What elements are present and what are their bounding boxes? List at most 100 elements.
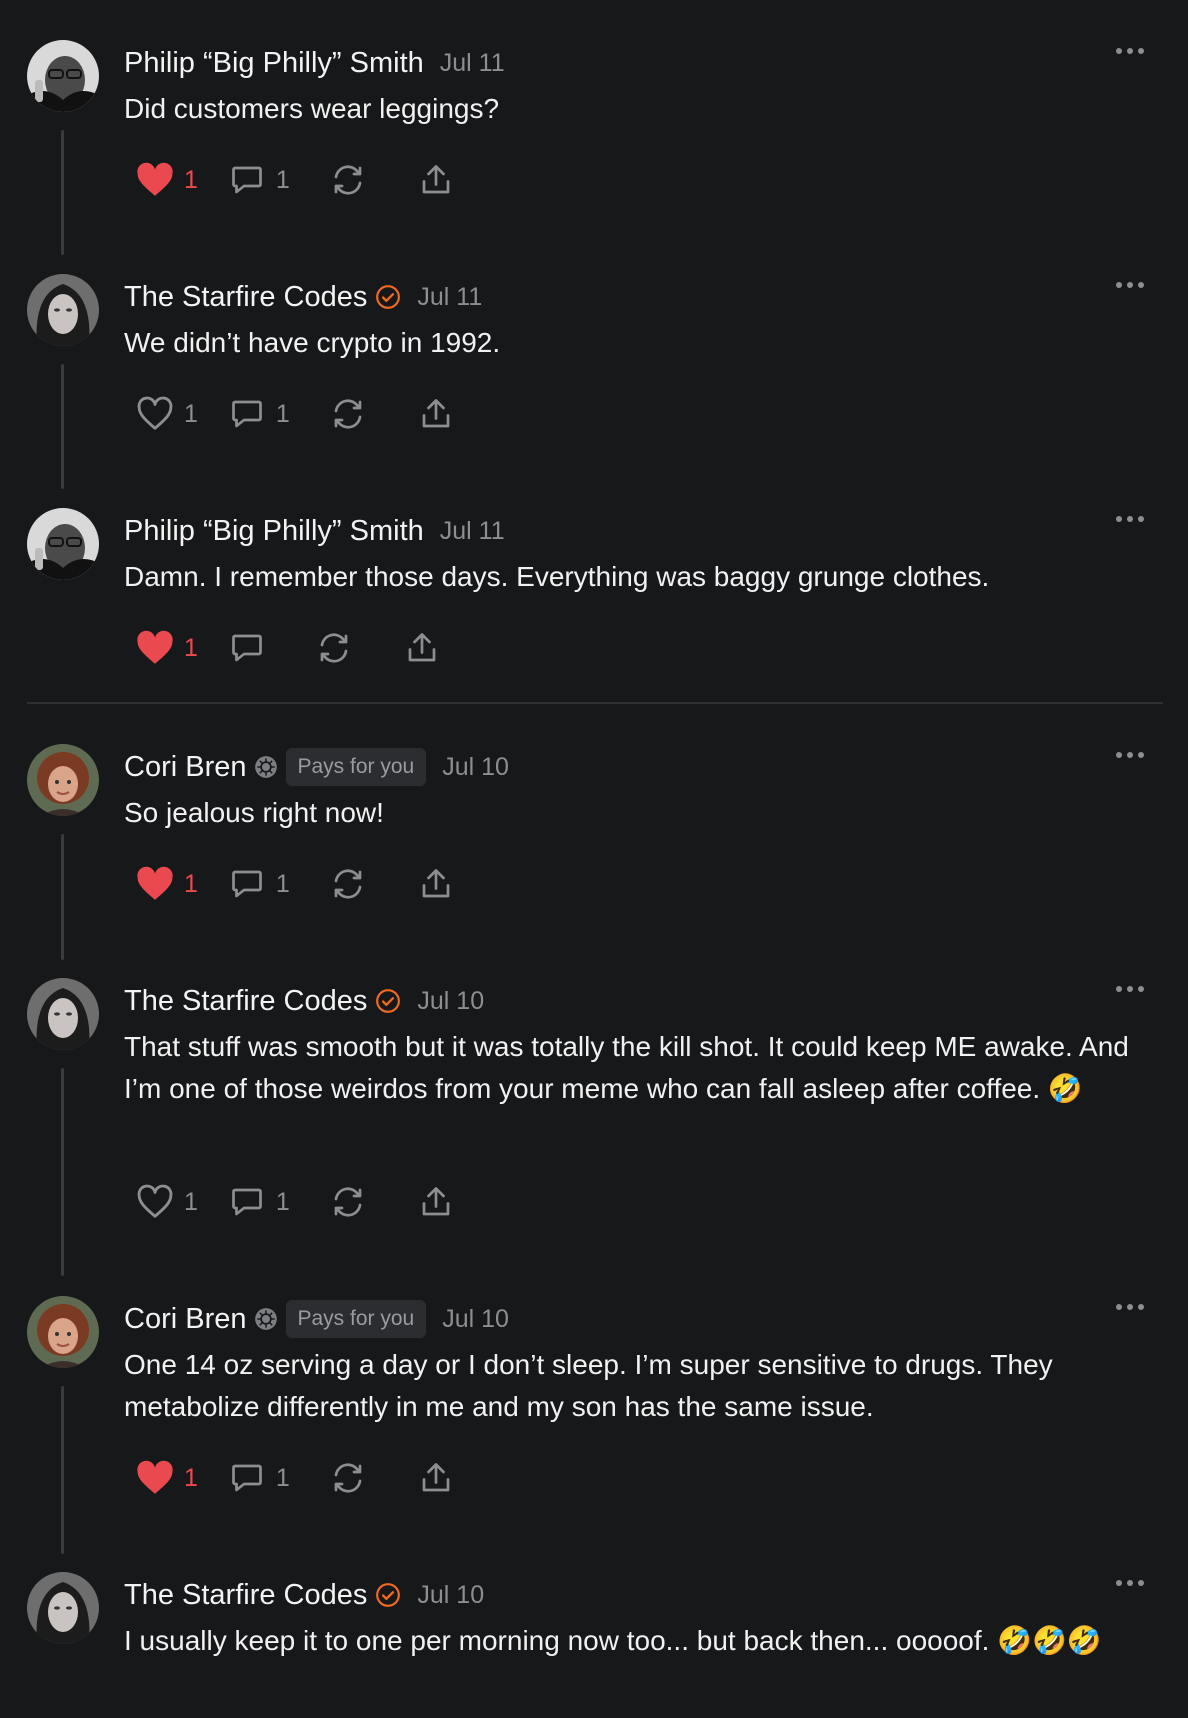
pays-for-you-badge: Pays for you — [285, 1300, 427, 1338]
verified-check-icon — [375, 284, 401, 310]
comment-header: Cori Bren Pays for you Jul 10 — [124, 1299, 509, 1339]
reply-button[interactable]: 1 — [228, 162, 290, 198]
heart-filled-icon — [137, 1460, 173, 1494]
avatar-starfire-icon[interactable] — [27, 1572, 99, 1644]
restack-icon — [334, 1187, 362, 1217]
verified-check-icon — [375, 988, 401, 1014]
reply-button[interactable] — [228, 630, 266, 666]
comment-actions: 1 1 — [136, 392, 454, 436]
author-name[interactable]: The Starfire Codes — [124, 1579, 367, 1612]
restack-button[interactable] — [330, 162, 366, 198]
reply-count: 1 — [275, 399, 290, 428]
verified-check-icon — [375, 1582, 401, 1608]
share-icon — [422, 869, 450, 898]
comment-bubble-icon — [232, 634, 262, 662]
avatar-starfire-icon[interactable] — [27, 274, 99, 346]
comment-actions: 1 — [136, 626, 440, 670]
comment-header: The Starfire Codes Jul 11 — [124, 277, 482, 317]
comment-actions: 1 1 — [136, 1180, 454, 1224]
comment-date[interactable]: Jul 10 — [417, 987, 484, 1016]
like-button[interactable]: 1 — [136, 162, 198, 198]
restack-icon — [334, 165, 362, 195]
restack-button[interactable] — [330, 1184, 366, 1220]
reply-button[interactable]: 1 — [228, 396, 290, 432]
heart-outline-icon — [137, 396, 173, 430]
thread-line — [61, 1068, 64, 1276]
comment-date[interactable]: Jul 11 — [440, 49, 505, 78]
author-name[interactable]: Cori Bren — [124, 1303, 247, 1336]
like-count: 1 — [184, 1187, 198, 1216]
share-button[interactable] — [404, 630, 440, 666]
comment-date[interactable]: Jul 11 — [417, 283, 482, 312]
comment-bubble-icon — [232, 870, 262, 898]
share-button[interactable] — [418, 866, 454, 902]
comment-date[interactable]: Jul 10 — [442, 1305, 509, 1334]
heart-filled-icon — [137, 630, 173, 664]
comment-date[interactable]: Jul 10 — [442, 753, 509, 782]
author-name[interactable]: Cori Bren — [124, 751, 247, 784]
thread-line — [61, 1386, 64, 1554]
restack-button[interactable] — [330, 866, 366, 902]
comment-header: Philip “Big Philly” Smith Jul 11 — [124, 511, 505, 551]
avatar-philip-icon[interactable] — [27, 40, 99, 112]
heart-outline-icon — [137, 1184, 173, 1218]
comment-bubble-icon — [232, 400, 262, 428]
restack-button[interactable] — [316, 630, 352, 666]
comment-header: The Starfire Codes Jul 10 — [124, 981, 484, 1021]
author-name[interactable]: Philip “Big Philly” Smith — [124, 515, 424, 548]
restack-icon — [334, 869, 362, 899]
share-button[interactable] — [418, 396, 454, 432]
more-options-icon[interactable] — [1116, 752, 1144, 758]
more-options-icon[interactable] — [1116, 1580, 1144, 1586]
comment-date[interactable]: Jul 10 — [417, 1581, 484, 1610]
author-name[interactable]: Philip “Big Philly” Smith — [124, 47, 424, 80]
reply-button[interactable]: 1 — [228, 1184, 290, 1220]
restack-button[interactable] — [330, 396, 366, 432]
share-icon — [422, 1463, 450, 1492]
more-options-icon[interactable] — [1116, 1304, 1144, 1310]
more-options-icon[interactable] — [1116, 282, 1144, 288]
subscriber-badge-icon — [253, 1306, 279, 1332]
comment-text: We didn’t have crypto in 1992. — [124, 327, 501, 358]
like-button[interactable]: 1 — [136, 396, 198, 432]
share-icon — [422, 1187, 450, 1216]
comment-text: Damn. I remember those days. Everything … — [124, 561, 990, 592]
like-button[interactable]: 1 — [136, 630, 198, 666]
heart-filled-icon — [137, 866, 173, 900]
share-button[interactable] — [418, 1460, 454, 1496]
comment-text: I usually keep it to one per morning now… — [124, 1625, 1102, 1656]
reply-count: 1 — [275, 869, 290, 898]
like-button[interactable]: 1 — [136, 866, 198, 902]
like-count: 1 — [184, 1463, 198, 1492]
share-button[interactable] — [418, 1184, 454, 1220]
more-options-icon[interactable] — [1116, 516, 1144, 522]
reply-count: 1 — [275, 1187, 290, 1216]
like-count: 1 — [184, 869, 198, 898]
author-name[interactable]: The Starfire Codes — [124, 281, 367, 314]
avatar-starfire-icon[interactable] — [27, 978, 99, 1050]
comment-bubble-icon — [232, 1464, 262, 1492]
more-options-icon[interactable] — [1116, 986, 1144, 992]
restack-button[interactable] — [330, 1460, 366, 1496]
avatar-cori-icon[interactable] — [27, 744, 99, 816]
comment-text: So jealous right now! — [124, 797, 384, 828]
reply-button[interactable]: 1 — [228, 1460, 290, 1496]
like-button[interactable]: 1 — [136, 1460, 198, 1496]
like-button[interactable]: 1 — [136, 1184, 198, 1220]
subscriber-badge-icon — [253, 754, 279, 780]
comment-actions: 1 1 — [136, 1456, 454, 1500]
comment-header: The Starfire Codes Jul 10 — [124, 1575, 484, 1615]
avatar-philip-icon[interactable] — [27, 508, 99, 580]
comment-date[interactable]: Jul 11 — [440, 517, 505, 546]
reply-count: 1 — [275, 165, 290, 194]
share-icon — [422, 165, 450, 194]
author-name[interactable]: The Starfire Codes — [124, 985, 367, 1018]
more-options-icon[interactable] — [1116, 48, 1144, 54]
comment-actions: 1 1 — [136, 862, 454, 906]
like-count: 1 — [184, 165, 198, 194]
comment-header: Philip “Big Philly” Smith Jul 11 — [124, 43, 505, 83]
share-button[interactable] — [418, 162, 454, 198]
reply-count: 1 — [275, 1463, 290, 1492]
reply-button[interactable]: 1 — [228, 866, 290, 902]
avatar-cori-icon[interactable] — [27, 1296, 99, 1368]
